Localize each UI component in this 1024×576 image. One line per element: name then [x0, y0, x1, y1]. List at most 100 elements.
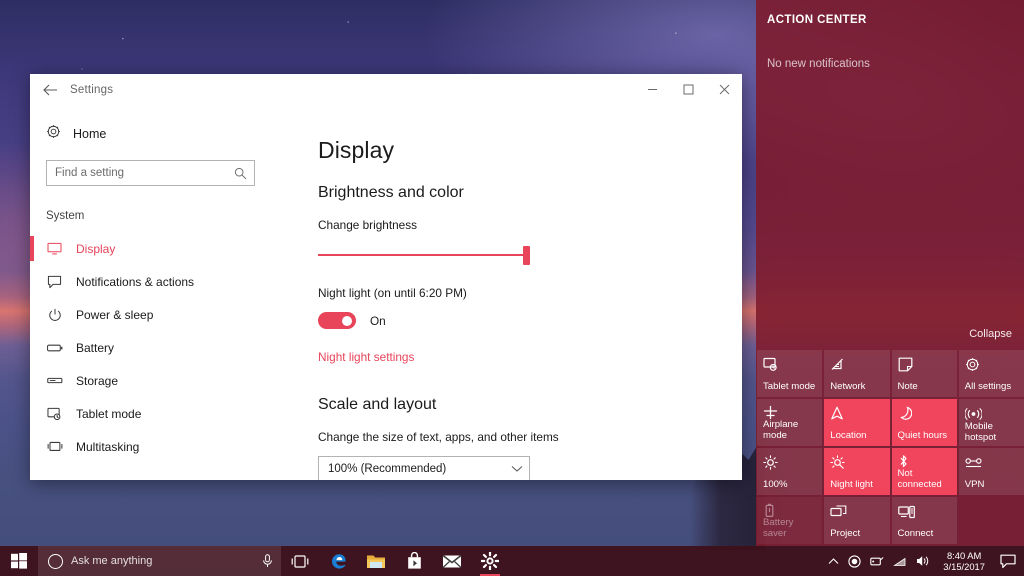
speaker-icon[interactable] [916, 555, 930, 567]
sidebar-item-home[interactable]: Home [30, 119, 273, 149]
taskbar-app-file-explorer[interactable] [357, 546, 395, 576]
taskbar-app-settings[interactable] [471, 546, 509, 576]
sidebar-item-label: Battery [76, 340, 115, 355]
sidebar-item-label: Display [76, 241, 116, 256]
sidebar-item-tablet-mode[interactable]: Tablet mode [30, 397, 273, 430]
window-titlebar: Settings [30, 74, 742, 105]
sidebar-item-notifications-actions[interactable]: Notifications & actions [30, 265, 273, 298]
section-heading-brightness: Brightness and color [318, 184, 464, 201]
scale-value: 100% (Recommended) [328, 462, 447, 475]
toggle-knob [342, 316, 352, 326]
taskbar: Ask me anything 8:40 AM 3/15/2017 [0, 546, 1024, 576]
airplane-icon [763, 405, 822, 420]
quick-action-label: Tablet mode [763, 380, 816, 392]
night-light-toggle[interactable] [318, 312, 356, 329]
sidebar-item-label: Tablet mode [76, 406, 142, 421]
collapse-button[interactable]: Collapse [969, 328, 1012, 340]
sidebar-item-label: Storage [76, 373, 119, 388]
record-icon[interactable] [848, 554, 861, 568]
wifi-icon[interactable] [893, 556, 907, 567]
sidebar-item-multitasking[interactable]: Multitasking [30, 430, 273, 463]
search-icon [234, 167, 254, 180]
vpn-icon [965, 454, 1024, 471]
quick-action-quiet-hours[interactable]: Quiet hours [891, 399, 957, 446]
quick-action-vpn[interactable]: VPN [958, 448, 1024, 495]
action-center-title: ACTION CENTER [767, 14, 867, 26]
cortana-placeholder: Ask me anything [71, 555, 153, 567]
quick-action-network[interactable]: Network [824, 350, 890, 397]
quick-action-tablet-mode[interactable]: Tablet mode [757, 350, 823, 397]
monitor-icon [46, 242, 63, 255]
start-button[interactable] [0, 546, 38, 576]
sidebar-home-label: Home [73, 127, 107, 141]
quick-action-all-settings[interactable]: All settings [958, 350, 1024, 397]
maximize-button[interactable] [670, 74, 706, 105]
quick-action-label: Project [830, 527, 861, 539]
slider-thumb[interactable] [523, 246, 530, 265]
quick-action-battery-saver[interactable]: Battery saver [757, 497, 823, 544]
quick-action-label: Airplane mode [763, 419, 799, 441]
quick-action-mobile-hotspot[interactable]: Mobile hotspot [958, 399, 1024, 446]
settings-sidebar: Home System [30, 105, 273, 480]
brightness-label: Change brightness [318, 218, 418, 232]
sidebar-item-power-sleep[interactable]: Power & sleep [30, 298, 273, 331]
taskbar-app-store[interactable] [395, 546, 433, 576]
quick-action-bluetooth[interactable]: Not connected [891, 448, 957, 495]
tablet-mode-icon [763, 356, 822, 373]
settings-window: Settings Home Find a setting System Disp… [30, 74, 742, 480]
search-input[interactable] [47, 161, 234, 185]
clock[interactable]: 8:40 AM 3/15/2017 [939, 550, 989, 572]
task-view-button[interactable] [281, 546, 319, 576]
scale-dropdown[interactable]: 100% (Recommended) [318, 456, 530, 480]
sidebar-item-battery[interactable]: Battery [30, 331, 273, 364]
search-box[interactable] [46, 160, 255, 186]
close-button[interactable] [706, 74, 742, 105]
sidebar-item-storage[interactable]: Storage [30, 364, 273, 397]
taskbar-app-mail[interactable] [433, 546, 471, 576]
quick-action-label: 100% [763, 478, 788, 490]
taskbar-app-edge[interactable] [319, 546, 357, 576]
quick-action-label: Network [830, 380, 866, 392]
gear-icon [965, 356, 1024, 373]
location-icon [830, 405, 889, 422]
sidebar-item-display[interactable]: Display [30, 232, 273, 265]
quick-actions-grid: Tablet mode Network Note All settings Ai… [757, 350, 1024, 544]
chevron-down-icon [511, 465, 523, 473]
clock-date: 3/15/2017 [943, 561, 985, 572]
microphone-icon[interactable] [262, 554, 273, 568]
quick-action-airplane-mode[interactable]: Airplane mode [757, 399, 823, 446]
back-arrow-icon[interactable] [30, 74, 70, 105]
system-tray: 8:40 AM 3/15/2017 [828, 550, 1024, 572]
quick-action-night-light[interactable]: Night light [824, 448, 890, 495]
action-center-panel: ACTION CENTER No new notifications Colla… [756, 0, 1024, 546]
sidebar-item-label: Power & sleep [76, 307, 154, 322]
sidebar-item-label: Multitasking [76, 439, 140, 454]
quick-action-note[interactable]: Note [891, 350, 957, 397]
connect-icon [897, 503, 957, 520]
window-body: Home System [30, 105, 742, 480]
cortana-icon [48, 553, 63, 569]
sidebar-search-wrapper [30, 160, 273, 186]
quick-action-label: VPN [964, 478, 985, 490]
night-light-settings-link[interactable]: Night light settings [318, 350, 414, 364]
tablet-mode-icon [46, 407, 63, 421]
chevron-up-icon[interactable] [828, 557, 839, 565]
quick-action-label: Battery saver [763, 517, 794, 539]
brightness-icon [763, 454, 822, 471]
taskbar-icons [281, 546, 509, 576]
action-center-icon[interactable] [998, 554, 1016, 569]
brightness-slider[interactable] [318, 244, 530, 266]
battery-saver-icon [763, 503, 822, 518]
cortana-search-box[interactable]: Ask me anything [38, 546, 281, 576]
quick-action-project[interactable]: Project [824, 497, 890, 544]
quick-action-brightness[interactable]: 100% [757, 448, 823, 495]
notification-icon [46, 275, 63, 289]
minimize-button[interactable] [634, 74, 670, 105]
usb-icon[interactable] [870, 556, 884, 567]
quick-action-connect[interactable]: Connect [891, 497, 957, 544]
quick-action-location[interactable]: Location [824, 399, 890, 446]
quick-action-label: Quiet hours [897, 429, 948, 441]
quick-action-label: Night light [830, 478, 873, 490]
clock-time: 8:40 AM [946, 550, 982, 561]
battery-icon [46, 343, 63, 353]
